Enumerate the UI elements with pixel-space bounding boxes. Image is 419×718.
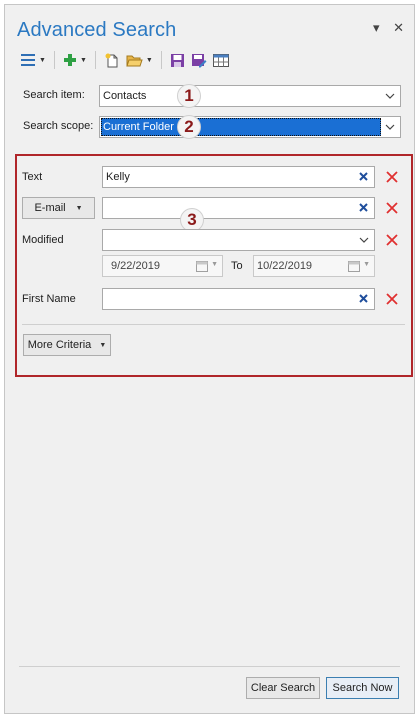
toolbar-separator (94, 51, 96, 69)
chevron-down-icon: ▼ (145, 56, 153, 64)
pane-menu-dropdown-icon[interactable]: ▾ (373, 20, 380, 35)
advanced-search-pane: Advanced Search ▾ ✕ ▼ ▼ ▼ Search item: C… (4, 4, 415, 714)
clear-icon[interactable] (358, 202, 369, 213)
modified-from-date-value: 9/22/2019 (111, 260, 160, 272)
chevron-down-icon (385, 93, 395, 99)
table-icon (212, 53, 229, 67)
chevron-down-icon: ▼ (211, 261, 218, 268)
search-scope-select[interactable]: Current Folder (99, 116, 401, 138)
modified-to-date-value: 10/22/2019 (257, 260, 313, 272)
search-item-select[interactable]: Contacts (99, 85, 401, 107)
open-search-button[interactable]: ▼ (123, 50, 156, 70)
remove-criterion-icon[interactable] (385, 170, 399, 184)
save-as-icon (191, 53, 207, 67)
modified-criterion-label: Modified (22, 234, 64, 246)
chevron-down-icon (359, 237, 369, 243)
toolbar: ▼ ▼ ▼ (17, 49, 232, 71)
chevron-down-icon: ▼ (99, 341, 107, 349)
clear-icon[interactable] (358, 171, 369, 182)
new-search-button[interactable] (101, 50, 123, 70)
pane-title: Advanced Search (17, 19, 177, 41)
close-icon[interactable]: ✕ (393, 20, 404, 35)
email-field-selector-button[interactable]: E-mail ▼ (22, 197, 95, 219)
modified-from-date[interactable]: 9/22/2019 ▼ (102, 255, 223, 277)
search-scope-label: Search scope: (23, 120, 94, 132)
search-scope-value: Current Folder (101, 118, 381, 136)
email-field-selector-label: E-mail (34, 202, 66, 214)
search-item-value: Contacts (103, 90, 147, 102)
save-as-button[interactable] (188, 50, 210, 70)
search-item-label: Search item: (23, 89, 85, 101)
view-menu-button[interactable]: ▼ (17, 50, 49, 70)
clear-search-button[interactable]: Clear Search (246, 677, 320, 699)
search-now-label: Search Now (332, 682, 393, 694)
annotation-badge-2: 2 (177, 115, 201, 139)
chevron-down-icon (385, 124, 395, 130)
plus-icon (63, 54, 76, 66)
save-icon (170, 53, 184, 67)
open-folder-icon (126, 55, 143, 66)
toolbar-separator (53, 51, 55, 69)
criteria-divider (22, 324, 405, 325)
text-criterion-label: Text (22, 171, 43, 183)
email-criterion-input[interactable] (102, 197, 375, 219)
view-table-button[interactable] (210, 50, 232, 70)
list-menu-icon (21, 54, 35, 66)
more-criteria-label: More Criteria (27, 339, 92, 351)
clear-search-label: Clear Search (250, 682, 316, 694)
clear-icon[interactable] (358, 293, 369, 304)
save-button[interactable] (167, 50, 188, 70)
text-criterion-value: Kelly (106, 171, 130, 183)
text-criterion-input[interactable]: Kelly (102, 166, 375, 188)
remove-criterion-icon[interactable] (385, 233, 399, 247)
new-document-icon (105, 53, 118, 68)
modified-to-date[interactable]: 10/22/2019 ▼ (253, 255, 375, 277)
chevron-down-icon: ▼ (79, 56, 87, 64)
calendar-icon (196, 261, 208, 272)
annotation-badge-1: 1 (177, 84, 201, 108)
calendar-icon (348, 261, 360, 272)
footer-divider (19, 666, 400, 667)
chevron-down-icon: ▼ (75, 204, 83, 212)
remove-criterion-icon[interactable] (385, 201, 399, 215)
chevron-down-icon: ▼ (363, 261, 370, 268)
date-range-to-label: To (231, 260, 243, 272)
pane-controls: ▾ ✕ (363, 20, 404, 36)
first-name-criterion-label: First Name (22, 293, 76, 305)
chevron-down-icon: ▼ (39, 56, 46, 64)
criteria-panel: Text Kelly E-mail ▼ 3 Modified 9/22/2019… (15, 154, 413, 377)
add-criteria-button[interactable]: ▼ (60, 50, 90, 70)
modified-criterion-select[interactable] (102, 229, 375, 251)
search-now-button[interactable]: Search Now (326, 677, 399, 699)
remove-criterion-icon[interactable] (385, 292, 399, 306)
toolbar-separator (160, 51, 162, 69)
more-criteria-button[interactable]: More Criteria ▼ (23, 334, 111, 356)
first-name-criterion-input[interactable] (102, 288, 375, 310)
